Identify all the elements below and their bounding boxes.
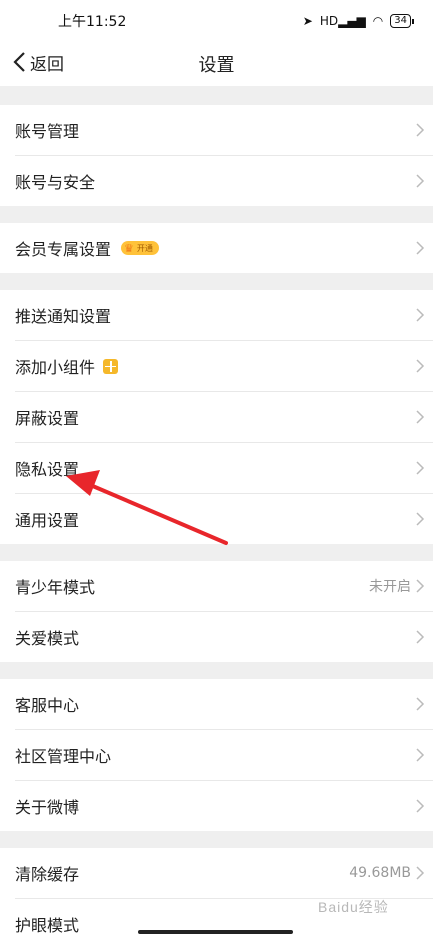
settings-item-label: 客服中心	[15, 696, 80, 715]
settings-item-vip-settings[interactable]: 会员专属设置 ♛ 开通	[0, 223, 433, 273]
settings-item-account-security[interactable]: 账号与安全	[0, 156, 433, 206]
settings-item-label: 通用设置	[15, 511, 80, 530]
section-gap	[0, 662, 433, 679]
settings-item-label: 关爱模式	[15, 629, 80, 648]
location-icon: ➤	[302, 14, 313, 28]
section-gap	[0, 86, 433, 105]
settings-item-label: 护眼模式	[15, 916, 80, 935]
settings-item-account-management[interactable]: 账号管理	[0, 105, 433, 155]
chevron-right-icon	[416, 174, 425, 188]
settings-item-youth-mode[interactable]: 青少年模式 未开启	[0, 561, 433, 611]
settings-item-community-management[interactable]: 社区管理中心	[0, 730, 433, 780]
chevron-right-icon	[416, 461, 425, 475]
chevron-right-icon	[416, 748, 425, 762]
chevron-right-icon	[416, 123, 425, 137]
chevron-right-icon	[416, 630, 425, 644]
section-gap	[0, 831, 433, 848]
settings-item-label: 社区管理中心	[15, 747, 112, 766]
settings-item-about-weibo[interactable]: 关于微博	[0, 781, 433, 831]
settings-item-push-notifications[interactable]: 推送通知设置	[0, 290, 433, 340]
chevron-right-icon	[416, 359, 425, 373]
settings-item-label: 账号与安全	[15, 173, 96, 192]
settings-item-care-mode[interactable]: 关爱模式	[0, 612, 433, 662]
settings-item-label: 关于微博	[15, 798, 80, 817]
settings-item-customer-service[interactable]: 客服中心	[0, 679, 433, 729]
chevron-right-icon	[416, 308, 425, 322]
chevron-right-icon	[416, 866, 425, 880]
settings-item-clear-cache[interactable]: 清除缓存 49.68MB	[0, 848, 433, 898]
status-bar: 上午11:52 ➤ HD▂▄▆ ◠ 34	[0, 0, 433, 42]
vip-badge-label: 开通	[136, 243, 153, 253]
crown-icon: ♛	[124, 241, 134, 255]
chevron-right-icon	[416, 697, 425, 711]
settings-item-privacy-settings[interactable]: 隐私设置	[0, 443, 433, 493]
settings-item-label: 账号管理	[15, 122, 80, 141]
chevron-right-icon	[416, 410, 425, 424]
chevron-right-icon	[416, 241, 425, 255]
watermark: Baidu经验	[318, 899, 389, 915]
battery-icon: 34	[390, 14, 414, 28]
settings-item-label: 隐私设置	[15, 460, 80, 479]
status-time: 上午11:52	[58, 14, 127, 30]
home-indicator[interactable]	[138, 930, 293, 934]
section-gap	[0, 206, 433, 223]
settings-item-label: 会员专属设置	[15, 240, 112, 259]
settings-item-add-widget[interactable]: 添加小组件	[0, 341, 433, 391]
cache-size: 49.68MB	[349, 865, 411, 881]
section-gap	[0, 544, 433, 561]
settings-item-label: 屏蔽设置	[15, 409, 80, 428]
signal-icon: HD▂▄▆	[319, 14, 366, 28]
settings-item-general-settings[interactable]: 通用设置	[0, 494, 433, 544]
chevron-right-icon	[416, 799, 425, 813]
page-title: 设置	[198, 55, 235, 76]
settings-item-label: 青少年模式	[15, 578, 96, 597]
settings-item-block-settings[interactable]: 屏蔽设置	[0, 392, 433, 442]
section-gap	[0, 273, 433, 290]
nav-bar: 返回 设置	[0, 42, 433, 82]
vip-badge: ♛ 开通	[121, 241, 159, 255]
chevron-right-icon	[416, 512, 425, 526]
settings-item-label: 清除缓存	[15, 865, 80, 884]
widget-icon	[103, 358, 119, 374]
youth-mode-status: 未开启	[369, 579, 411, 595]
settings-item-label: 推送通知设置	[15, 307, 112, 326]
settings-item-label: 添加小组件	[15, 358, 96, 377]
status-icons: ➤ HD▂▄▆ ◠ 34	[302, 14, 414, 28]
chevron-right-icon	[416, 579, 425, 593]
wifi-icon: ◠	[372, 14, 384, 28]
